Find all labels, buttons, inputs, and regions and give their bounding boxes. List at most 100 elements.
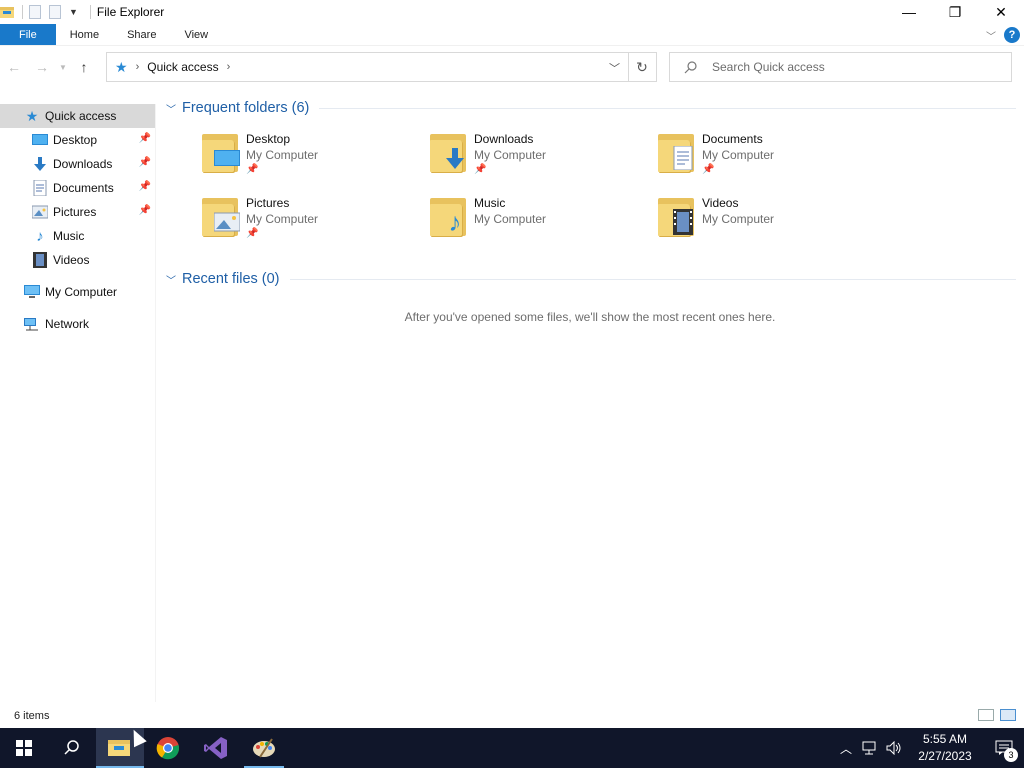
search-input[interactable]: Search Quick access <box>669 52 1012 82</box>
folder-documents-icon <box>656 132 698 174</box>
taskbar-clock[interactable]: 5:55 AM 2/27/2023 <box>906 731 984 765</box>
taskbar-paint[interactable] <box>240 728 288 768</box>
recent-locations-chevron-down-icon[interactable]: ▼ <box>56 52 70 82</box>
tab-view[interactable]: View <box>170 24 222 45</box>
close-button[interactable]: ✕ <box>978 0 1024 24</box>
group-title: Recent files (0) <box>182 271 280 287</box>
folder-videos-icon <box>656 196 698 238</box>
address-bar[interactable]: ★ › Quick access › ﹀ <box>106 52 629 82</box>
folder-tile-pictures[interactable]: Pictures My Computer 📌 <box>200 196 420 252</box>
sidebar-item-videos[interactable]: Videos <box>0 248 155 272</box>
show-hidden-icons-chevron-up-icon[interactable]: ︿ <box>834 740 858 757</box>
collapse-chevron-down-icon[interactable]: ﹀ <box>166 272 176 287</box>
forward-arrow-icon[interactable]: → <box>28 52 56 82</box>
refresh-icon[interactable]: ↻ <box>628 52 657 82</box>
breadcrumb-quick-access[interactable]: Quick access <box>147 60 218 74</box>
folder-location: My Computer <box>474 148 547 162</box>
pin-icon: 📌 <box>246 164 259 175</box>
frequent-folders-header[interactable]: ﹀ Frequent folders (6) <box>166 100 1016 116</box>
chrome-icon <box>156 737 180 760</box>
sidebar-item-my-computer[interactable]: My Computer <box>0 280 155 304</box>
sidebar-item-desktop[interactable]: Desktop 📌 <box>0 128 155 152</box>
paint-palette-icon <box>253 738 275 758</box>
start-button[interactable] <box>0 728 48 768</box>
expand-ribbon-chevron-down-icon[interactable]: ﹀ <box>986 28 996 43</box>
back-arrow-icon[interactable]: ← <box>0 52 28 82</box>
sidebar-item-label: Downloads <box>53 157 113 171</box>
sidebar-item-documents[interactable]: Documents 📌 <box>0 176 155 200</box>
help-icon[interactable]: ? <box>1004 27 1020 43</box>
taskbar-visual-studio[interactable] <box>192 728 240 768</box>
downloads-icon <box>32 156 48 172</box>
action-center-button[interactable]: 3 <box>984 728 1024 768</box>
item-count: 6 items <box>14 710 50 722</box>
sidebar-item-music[interactable]: ♪ Music <box>0 224 155 248</box>
recent-files-header[interactable]: ﹀ Recent files (0) <box>166 271 1016 287</box>
toolbar-divider <box>22 5 23 19</box>
folder-tile-videos[interactable]: Videos My Computer <box>656 196 876 252</box>
folder-location: My Computer <box>702 212 775 226</box>
taskbar-chrome[interactable] <box>144 728 192 768</box>
notification-count-badge: 3 <box>1004 748 1018 762</box>
collapse-chevron-down-icon[interactable]: ﹀ <box>166 101 176 116</box>
up-arrow-icon[interactable]: ↑ <box>70 52 98 82</box>
folder-tile-downloads[interactable]: Downloads My Computer 📌 <box>428 132 648 188</box>
tab-home[interactable]: Home <box>56 24 113 45</box>
content-pane: ﹀ Frequent folders (6) Desktop My Comput… <box>160 96 1020 700</box>
folder-pictures-icon <box>200 196 242 238</box>
folder-downloads-icon <box>428 132 470 174</box>
folder-tile-documents[interactable]: Documents My Computer 📌 <box>656 132 876 188</box>
folder-tile-desktop[interactable]: Desktop My Computer 📌 <box>200 132 420 188</box>
sidebar-item-pictures[interactable]: Pictures 📌 <box>0 200 155 224</box>
visual-studio-icon <box>204 737 227 759</box>
ribbon-right-controls: ﹀ ? <box>986 24 1024 46</box>
breadcrumb-separator-icon[interactable]: › <box>136 61 140 73</box>
group-divider <box>319 107 1016 109</box>
tab-share[interactable]: Share <box>113 24 170 45</box>
restore-button[interactable]: ❐ <box>932 0 978 24</box>
folder-name: Pictures <box>246 196 290 210</box>
new-folder-icon[interactable] <box>49 5 61 19</box>
network-icon <box>24 316 40 332</box>
pin-icon[interactable]: 📌 <box>139 205 151 216</box>
network-status-icon[interactable] <box>858 741 882 755</box>
file-explorer-app-icon[interactable] <box>0 5 16 19</box>
clock-date: 2/27/2023 <box>918 749 972 763</box>
pin-icon[interactable]: 📌 <box>139 133 151 144</box>
window-controls: — ❐ ✕ <box>886 0 1024 24</box>
address-history-chevron-down-icon[interactable]: ﹀ <box>609 60 620 76</box>
search-icon <box>64 740 79 755</box>
toolbar-divider <box>89 5 91 19</box>
folder-location: My Computer <box>474 212 547 226</box>
sidebar-item-downloads[interactable]: Downloads 📌 <box>0 152 155 176</box>
documents-icon <box>32 180 48 196</box>
folder-tile-music[interactable]: ♪ Music My Computer <box>428 196 648 252</box>
folder-location: My Computer <box>702 148 775 162</box>
taskbar: ︿ 5:55 AM 2/27/2023 3 <box>0 728 1024 768</box>
pin-icon[interactable]: 📌 <box>139 181 151 192</box>
view-switcher <box>978 709 1016 721</box>
customize-toolbar-chevron-down-icon[interactable]: ▼ <box>69 7 78 17</box>
sidebar-item-label: Desktop <box>53 133 98 147</box>
folder-location: My Computer <box>246 212 319 226</box>
folder-name: Downloads <box>474 132 534 146</box>
folder-music-icon: ♪ <box>428 196 470 238</box>
properties-icon[interactable] <box>29 5 41 19</box>
sidebar-item-network[interactable]: Network <box>0 312 155 336</box>
search-taskbar-button[interactable] <box>48 728 96 768</box>
volume-speaker-icon[interactable] <box>882 741 906 755</box>
details-view-icon[interactable] <box>978 709 994 721</box>
pin-icon[interactable]: 📌 <box>139 157 151 168</box>
minimize-button[interactable]: — <box>886 0 932 24</box>
windows-logo-icon <box>16 740 32 756</box>
desktop-icon <box>32 132 48 148</box>
pin-icon: 📌 <box>474 164 487 175</box>
computer-icon <box>24 284 40 300</box>
tab-file[interactable]: File <box>0 24 56 45</box>
sidebar-item-quick-access[interactable]: ★ Quick access <box>0 104 155 128</box>
search-icon <box>684 60 698 74</box>
breadcrumb-chevron-right-icon[interactable]: › <box>227 61 231 73</box>
title-bar: ▼ File Explorer — ❐ ✕ <box>0 0 1024 24</box>
large-icons-view-icon[interactable] <box>1000 709 1016 721</box>
